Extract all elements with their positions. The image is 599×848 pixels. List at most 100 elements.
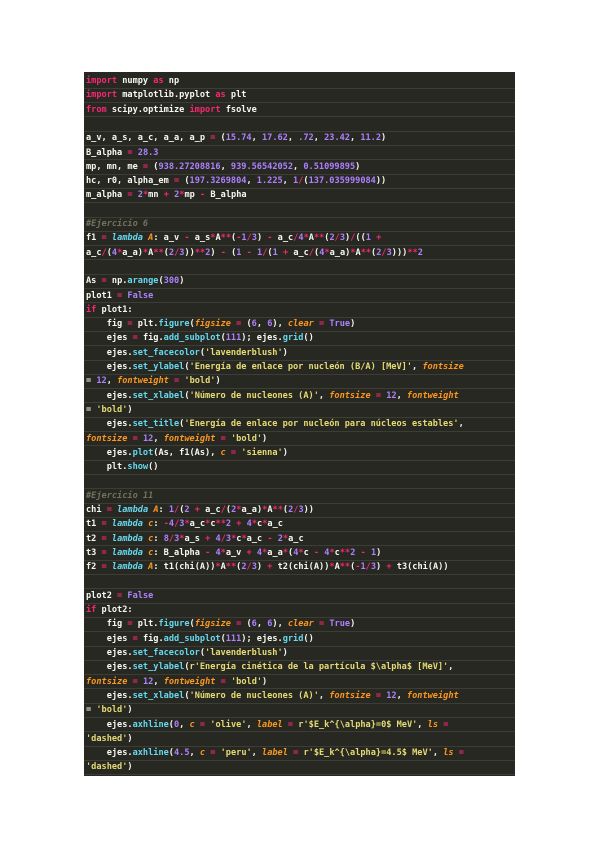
code-token: ejes.	[86, 719, 133, 730]
code-line: ejes.set_facecolor('lavenderblush')	[86, 646, 513, 660]
code-token: )	[262, 433, 268, 444]
code-line: t2 = lambda c: 8/3*a_s + 4/3*c*a_c - 2*a…	[86, 532, 513, 546]
code-token: a_s	[189, 233, 211, 244]
code-token: t1	[86, 519, 102, 530]
code-token: ,	[246, 176, 257, 187]
code-token: ejes	[86, 333, 133, 344]
code-token: )))	[391, 247, 408, 258]
code-line: hc, r0, alpha_em = (197.3269804, 1.225, …	[86, 174, 513, 188]
code-token: a_c	[189, 519, 206, 530]
code-token: add_subplot	[163, 333, 221, 344]
code-token: ,	[412, 362, 423, 372]
code-line: plot1 = False	[86, 289, 513, 303]
code-token: (	[241, 319, 252, 330]
code-line: plt.show()	[86, 460, 513, 474]
code-line: from scipy.optimize import fsolve	[86, 103, 513, 117]
code-token: )	[350, 619, 356, 630]
code-token: : a_v	[153, 233, 185, 244]
code-token: numpy	[117, 76, 154, 86]
code-token: ejes.	[86, 419, 133, 430]
code-token: ); ejes.	[241, 633, 283, 644]
code-line: ejes = fig.add_subplot(111); ejes.grid()	[86, 331, 513, 345]
code-line: t1 = lambda c: -4/3*a_c*c**2 + 4*c*a_c	[86, 517, 513, 531]
code-token: ,	[251, 133, 262, 144]
code-token: a_c	[86, 247, 102, 258]
code-token: (	[241, 619, 252, 630]
code-token: a_v	[225, 547, 247, 558]
code-token: label	[256, 719, 283, 730]
code-token: True	[329, 319, 351, 330]
code-token: set_ylabel	[132, 362, 185, 372]
code-token: +	[376, 233, 382, 244]
code-token: ,	[287, 133, 299, 144]
code-token: scipy.optimize	[106, 104, 190, 115]
code-line: 'dashed')	[86, 760, 513, 774]
code-token: 17.62	[261, 133, 288, 144]
code-token: )	[350, 319, 356, 330]
code-token: B_alpha	[86, 147, 128, 158]
code-token: :	[153, 519, 164, 530]
code-token: 12	[386, 690, 397, 701]
code-token: ,	[256, 319, 268, 330]
code-token: )	[127, 733, 133, 744]
code-token: 0.51099895	[303, 161, 356, 172]
code-token: fontsize	[329, 390, 371, 401]
code-token: =	[458, 748, 464, 759]
code-token: as	[215, 90, 226, 101]
code-line: ejes.axhline(0, c = 'olive', label = r'$…	[86, 718, 513, 732]
code-token: **	[272, 505, 283, 515]
code-token: #Ejercicio 11	[86, 490, 154, 501]
code-token: lambda	[111, 562, 143, 573]
code-token: 12	[96, 376, 107, 387]
code-token: set_xlabel	[132, 690, 185, 701]
code-token: **	[313, 233, 325, 244]
code-token: 4.5	[173, 748, 190, 759]
code-token: plt.	[132, 619, 159, 630]
code-token: hc, r0, alpha_em	[86, 176, 174, 187]
code-token: ,	[313, 133, 325, 144]
code-token: )	[282, 447, 288, 458]
code-line: = 'bold')	[86, 403, 513, 417]
code-token: c	[303, 547, 314, 558]
code-token: )	[127, 705, 133, 716]
code-token: 12	[142, 676, 154, 687]
code-token: fig	[86, 619, 128, 630]
code-line: import numpy as np	[86, 74, 513, 88]
code-token: ,	[448, 662, 454, 673]
code-token: )	[282, 648, 288, 658]
code-token: ))	[303, 505, 314, 515]
code-line: ejes.plot(As, f1(As), c = 'sienna')	[86, 446, 513, 460]
code-line: ejes.set_ylabel('Energía de enlace por n…	[86, 360, 513, 374]
code-token: ))	[375, 176, 387, 187]
code-token: 137.035999084	[308, 176, 376, 187]
code-token: 939.56542052	[230, 161, 294, 172]
code-token: ,	[458, 419, 464, 430]
code-token: arange	[127, 276, 159, 287]
code-token: a_c	[272, 233, 294, 244]
code-token: fontsize	[329, 690, 371, 701]
code-line: f2 = lambda A: t1(chi(A))*A**(2/3) + t2(…	[86, 560, 513, 574]
code-token: figsize	[194, 319, 231, 330]
code-token: t3	[86, 547, 102, 558]
code-token: 111	[225, 633, 242, 644]
code-token: set_facecolor	[132, 347, 200, 358]
code-token: plot2:	[96, 605, 133, 616]
code-line: fontsize = 12, fontweight = 'bold')	[86, 432, 513, 446]
code-line: fig = plt.figure(figsize = (6, 6), clear…	[86, 617, 513, 631]
code-token: a_a)	[122, 247, 143, 258]
code-token: a_c	[199, 505, 221, 515]
code-token: 23.42	[324, 133, 350, 144]
code-token: chi	[86, 505, 107, 515]
code-token: B_alpha	[205, 190, 247, 201]
code-line: ejes.set_title('Energía de enlace por nu…	[86, 417, 513, 431]
code-token: ejes.	[86, 748, 133, 759]
code-line: t3 = lambda c: B_alpha - 4*a_v + 4*a_a*(…	[86, 546, 513, 560]
code-token: ,	[220, 161, 231, 172]
code-token: **	[339, 547, 351, 558]
code-token: 'Número de nucleones (A)'	[189, 690, 319, 701]
code-token: ejes.	[86, 347, 133, 358]
code-token: 'dashed'	[86, 762, 128, 773]
code-token: ls	[427, 719, 439, 730]
code-token: ,	[432, 748, 444, 759]
